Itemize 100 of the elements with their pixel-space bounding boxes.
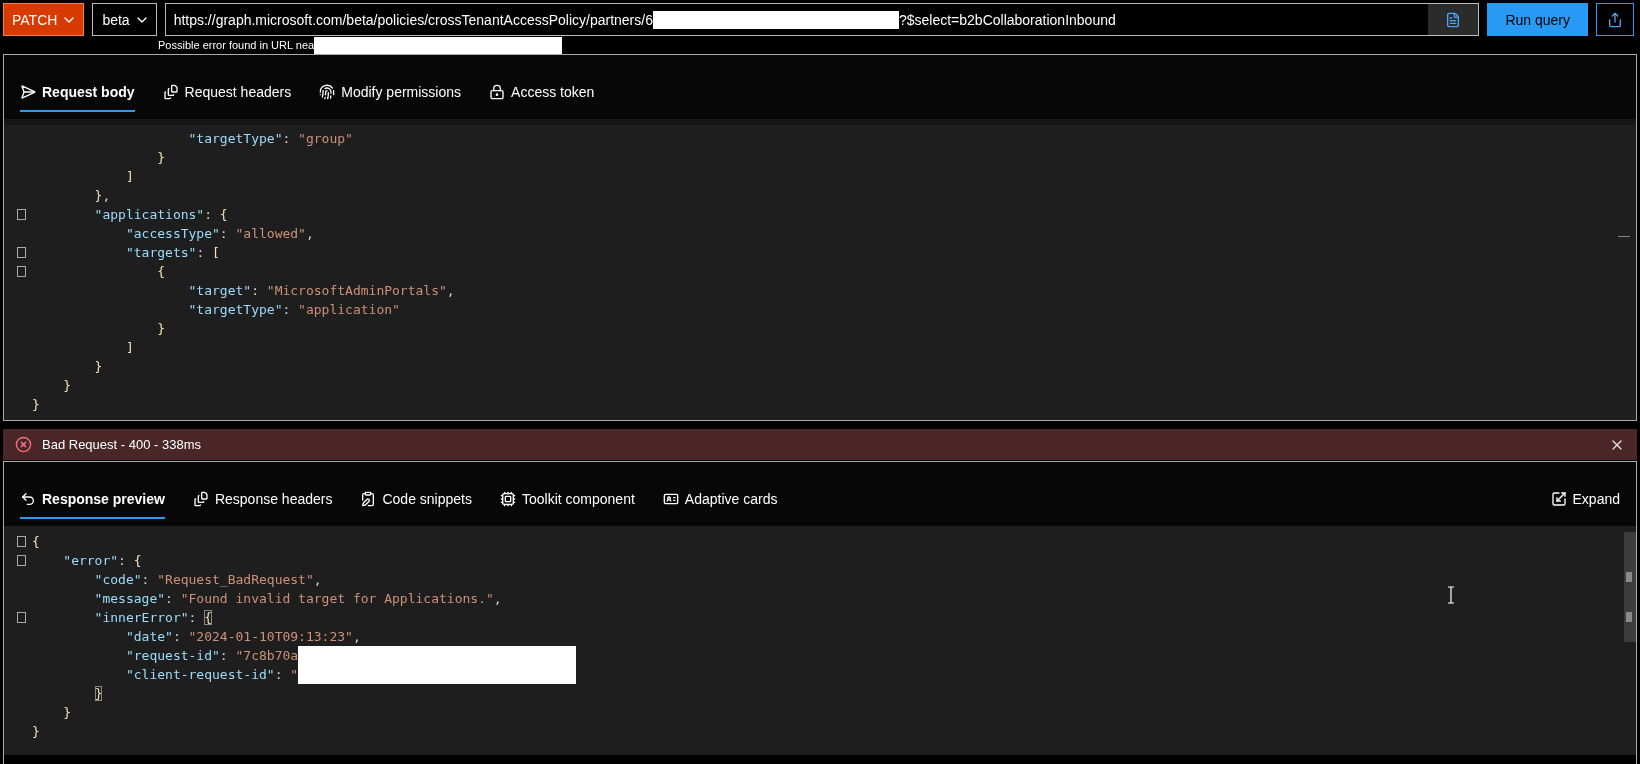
- json-punctuation: }: [93, 359, 103, 374]
- json-punctuation: ,: [305, 226, 314, 241]
- expand-icon: [1550, 491, 1567, 507]
- json-string: "group": [298, 131, 353, 146]
- json-key: "error": [32, 553, 119, 568]
- document-icon: [1445, 11, 1462, 28]
- json-string: "MicrosoftAdminPortals": [266, 283, 447, 298]
- document-icon: [162, 84, 179, 100]
- json-key: "message": [32, 591, 166, 606]
- json-punctuation: }: [62, 705, 72, 720]
- json-key: "client-request-id": [32, 667, 275, 682]
- json-punctuation: :: [274, 667, 284, 682]
- json-key: "request-id": [32, 648, 220, 663]
- clipboard-icon: [360, 491, 377, 507]
- chip-icon: [500, 491, 516, 507]
- fold-marker-icon[interactable]: [16, 555, 26, 566]
- json-punctuation: ,: [352, 629, 361, 644]
- json-punctuation: }: [156, 321, 166, 336]
- json-punctuation: {: [219, 207, 228, 222]
- fold-marker-icon[interactable]: [16, 247, 26, 258]
- run-query-button[interactable]: Run query: [1487, 3, 1588, 36]
- json-key: "code": [32, 572, 142, 587]
- json-punctuation: }: [156, 150, 166, 165]
- minimap-marker: [1618, 236, 1630, 237]
- share-icon: [1607, 11, 1623, 28]
- url-text: ?$select=b2bCollaborationInbound: [898, 11, 1116, 28]
- docs-button[interactable]: [1428, 4, 1479, 35]
- json-punctuation: :: [188, 610, 198, 625]
- json-punctuation: :: [165, 591, 174, 606]
- send-icon: [20, 84, 36, 100]
- scrollbar[interactable]: [1624, 532, 1636, 642]
- json-key: "targetType": [32, 302, 283, 317]
- url-error-hint: Possible error found in URL nea: [158, 39, 315, 51]
- json-punctuation: ,: [102, 188, 111, 203]
- document-icon: [192, 491, 209, 507]
- json-punctuation: :: [118, 553, 127, 568]
- json-string: "Request_BadRequest": [157, 572, 314, 587]
- json-key: "targets": [32, 245, 197, 260]
- json-key: "applications": [32, 207, 205, 222]
- json-punctuation: }: [93, 188, 103, 203]
- tab[interactable]: Access token: [489, 74, 595, 112]
- json-punctuation: :: [282, 302, 292, 317]
- json-string: "Found invalid target for Applications.": [180, 591, 494, 606]
- tab[interactable]: Response preview: [20, 481, 165, 519]
- text-cursor-icon: [1447, 586, 1455, 604]
- tab[interactable]: Adaptive cards: [662, 481, 778, 519]
- json-punctuation: :: [251, 283, 260, 298]
- fold-marker-icon[interactable]: [16, 536, 26, 547]
- url-text: https://graph.microsoft.com/beta/policies/crossTenantAccessPolicy/partners/6: [172, 11, 653, 28]
- json-key: "innerError": [32, 610, 189, 625]
- expand-button[interactable]: Expand: [1550, 481, 1620, 519]
- json-punctuation: :: [204, 207, 213, 222]
- tab[interactable]: Request body: [20, 74, 135, 112]
- json-punctuation: }: [32, 724, 40, 739]
- fingerprint-icon: [319, 84, 336, 100]
- method-dropdown[interactable]: PATCH: [3, 3, 85, 36]
- json-punctuation: ]: [124, 169, 134, 184]
- error-icon: [15, 436, 32, 454]
- status-text: Bad Request - 400 - 338ms: [42, 437, 201, 453]
- json-punctuation: }: [93, 686, 103, 701]
- json-string: "7c8b70a: [235, 648, 299, 663]
- json-punctuation: :: [219, 648, 229, 663]
- id-card-icon: [662, 491, 679, 507]
- json-punctuation: }: [32, 397, 40, 412]
- tab[interactable]: Request headers: [162, 74, 292, 112]
- json-punctuation: }: [62, 378, 72, 393]
- undo-arrow-icon: [20, 491, 36, 507]
- json-punctuation: ]: [124, 340, 134, 355]
- json-string: "allowed": [235, 226, 306, 241]
- json-punctuation: ,: [313, 572, 322, 587]
- json-punctuation: {: [204, 610, 213, 625]
- json-string: ": [290, 667, 299, 682]
- tab[interactable]: Response headers: [192, 481, 333, 519]
- json-punctuation: :: [141, 572, 151, 587]
- version-dropdown[interactable]: beta: [92, 3, 157, 36]
- json-punctuation: :: [196, 245, 206, 260]
- tab[interactable]: Toolkit component: [500, 481, 635, 519]
- json-punctuation: ,: [446, 283, 455, 298]
- fold-marker-icon[interactable]: [16, 209, 26, 220]
- json-punctuation: {: [133, 553, 142, 568]
- json-key: "date": [32, 629, 173, 644]
- json-string: "application": [298, 302, 400, 317]
- json-punctuation: {: [156, 264, 166, 279]
- share-button[interactable]: [1596, 3, 1634, 36]
- tab[interactable]: Code snippets: [360, 481, 472, 519]
- lock-icon: [489, 84, 506, 100]
- json-punctuation: [: [212, 245, 220, 260]
- json-punctuation: ,: [493, 591, 502, 606]
- json-punctuation: :: [282, 131, 292, 146]
- tab[interactable]: Modify permissions: [319, 74, 462, 112]
- fold-marker-icon[interactable]: [16, 612, 26, 623]
- json-key: "accessType": [32, 226, 220, 241]
- fold-marker-icon[interactable]: [16, 266, 26, 277]
- json-key: "target": [32, 283, 252, 298]
- json-key: "targetType": [32, 131, 283, 146]
- json-punctuation: :: [172, 629, 182, 644]
- json-string: "2024-01-10T09:13:23": [188, 629, 353, 644]
- json-punctuation: :: [219, 226, 229, 241]
- url-field[interactable]: https://graph.microsoft.com/beta/policies/crossTenantAccessPolicy/partners/6 ?$select=b2bCollaborationInbound: [164, 3, 1480, 36]
- json-punctuation: {: [32, 534, 40, 549]
